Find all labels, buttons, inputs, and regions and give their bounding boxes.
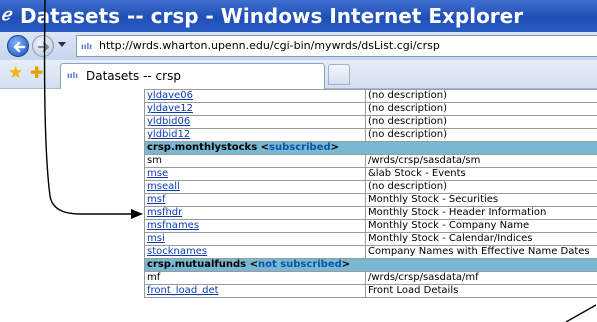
page-favicon-icon: ıılı: [81, 42, 92, 51]
add-favorites-icon[interactable]: ✚: [30, 63, 43, 83]
dataset-link[interactable]: yldbid06: [147, 117, 190, 128]
section-title: crsp.monthlystocks <: [147, 142, 270, 154]
dataset-name-cell: yldave12: [144, 102, 366, 116]
dataset-desc-cell: (no description): [365, 102, 597, 116]
dataset-link[interactable]: yldbid12: [147, 130, 190, 141]
section-header-cell: crsp.monthlystocks <subscribed>: [144, 141, 597, 155]
dataset-desc-cell: Company Names with Effective Name Dates: [365, 245, 597, 259]
dataset-link[interactable]: stocknames: [147, 247, 207, 258]
dataset-name-cell: stocknames: [144, 245, 366, 259]
dataset-link[interactable]: yldave06: [147, 91, 193, 102]
tab-datasets-crsp[interactable]: ıılı Datasets -- crsp: [60, 63, 325, 89]
page-content: yldave06 (no description) yldave12 (no d…: [0, 89, 597, 322]
dataset-link[interactable]: msfhdr: [147, 208, 182, 219]
section-header-monthlystocks: crsp.monthlystocks <subscribed>: [144, 141, 597, 155]
table-row: stocknames Company Names with Effective …: [144, 245, 597, 259]
window-titlebar: ℯ Datasets -- crsp - Windows Internet Ex…: [0, 0, 597, 32]
dataset-name-cell: sm: [144, 154, 366, 168]
dataset-desc-cell: /wrds/crsp/sasdata/mf: [365, 271, 597, 285]
dataset-desc-cell: &lab Stock - Events: [365, 167, 597, 181]
table-row: msi Monthly Stock - Calendar/Indices: [144, 232, 597, 246]
history-dropdown-icon[interactable]: [58, 42, 66, 48]
window-title: Datasets -- crsp - Windows Internet Expl…: [20, 4, 524, 28]
table-row: mseall (no description): [144, 180, 597, 194]
table-row: msfnames Monthly Stock - Company Name: [144, 219, 597, 233]
section-header-cell: crsp.mutualfunds <not subscribed>: [144, 258, 597, 272]
address-url[interactable]: http://wrds.wharton.upenn.edu/cgi-bin/my…: [99, 36, 440, 56]
dataset-desc-cell: Front Load Details: [365, 284, 597, 298]
dataset-name-cell: yldbid06: [144, 115, 366, 129]
navigation-bar: ıılı http://wrds.wharton.upenn.edu/cgi-b…: [0, 32, 597, 61]
dataset-desc-cell: Monthly Stock - Company Name: [365, 219, 597, 233]
forward-arrow-icon: [37, 41, 50, 53]
dataset-desc-cell: /wrds/crsp/sasdata/sm: [365, 154, 597, 168]
dataset-name-cell: yldbid12: [144, 128, 366, 142]
section-title: crsp.mutualfunds <: [147, 259, 258, 271]
dataset-link[interactable]: msi: [147, 234, 165, 245]
tab-favicon-icon: ıılı: [67, 71, 78, 80]
table-row: sm /wrds/crsp/sasdata/sm: [144, 154, 597, 168]
subscription-status-link[interactable]: not subscribed: [258, 260, 342, 271]
table-row: msf Monthly Stock - Securities: [144, 193, 597, 207]
tab-label: Datasets -- crsp: [86, 69, 181, 83]
dataset-desc-cell: Monthly Stock - Calendar/Indices: [365, 232, 597, 246]
dataset-name-cell: msi: [144, 232, 366, 246]
dataset-link[interactable]: msfnames: [147, 221, 199, 232]
dataset-link[interactable]: msf: [147, 195, 165, 206]
table-row: front_load_det Front Load Details: [144, 284, 597, 298]
table-row: mf /wrds/crsp/sasdata/mf: [144, 271, 597, 285]
dataset-name-cell: msfnames: [144, 219, 366, 233]
dataset-name-cell: mse: [144, 167, 366, 181]
dataset-desc-cell: (no description): [365, 89, 597, 103]
section-title-suffix: >: [330, 142, 339, 154]
dataset-link[interactable]: mse: [147, 169, 168, 180]
table-row: msfhdr Monthly Stock - Header Informatio…: [144, 206, 597, 220]
table-row: yldave12 (no description): [144, 102, 597, 116]
dataset-name-cell: mf: [144, 271, 366, 285]
forward-button[interactable]: [32, 35, 54, 57]
dataset-name-cell: mseall: [144, 180, 366, 194]
dataset-desc-cell: (no description): [365, 180, 597, 194]
new-tab-button[interactable]: [328, 64, 350, 85]
dataset-link[interactable]: yldave12: [147, 104, 193, 115]
subscription-status-link[interactable]: subscribed: [269, 143, 331, 154]
dataset-link[interactable]: front_load_det: [147, 286, 219, 297]
table-row: mse &lab Stock - Events: [144, 167, 597, 181]
table-row: yldbid06 (no description): [144, 115, 597, 129]
dataset-desc-cell: (no description): [365, 128, 597, 142]
dataset-desc-cell: (no description): [365, 115, 597, 129]
dataset-name-cell: msf: [144, 193, 366, 207]
ie-logo-icon: ℯ: [1, 5, 12, 25]
favorites-star-icon[interactable]: ★: [8, 63, 23, 83]
dataset-table: yldave06 (no description) yldave12 (no d…: [144, 89, 597, 298]
table-row: yldave06 (no description): [144, 89, 597, 103]
dataset-link[interactable]: mseall: [147, 182, 180, 193]
dataset-name-cell: msfhdr: [144, 206, 366, 220]
dataset-desc-cell: Monthly Stock - Header Information: [365, 206, 597, 220]
section-title-suffix: >: [341, 259, 351, 271]
address-bar[interactable]: ıılı http://wrds.wharton.upenn.edu/cgi-b…: [76, 35, 597, 57]
back-arrow-icon: [13, 41, 26, 53]
section-header-mutualfunds: crsp.mutualfunds <not subscribed>: [144, 258, 597, 272]
back-button[interactable]: [7, 35, 29, 57]
dataset-desc-cell: Monthly Stock - Securities: [365, 193, 597, 207]
tab-bar: ★ ✚ ıılı Datasets -- crsp: [0, 60, 597, 89]
table-row: yldbid12 (no description): [144, 128, 597, 142]
dataset-name-cell: yldave06: [144, 89, 366, 103]
dataset-name-cell: front_load_det: [144, 284, 366, 298]
